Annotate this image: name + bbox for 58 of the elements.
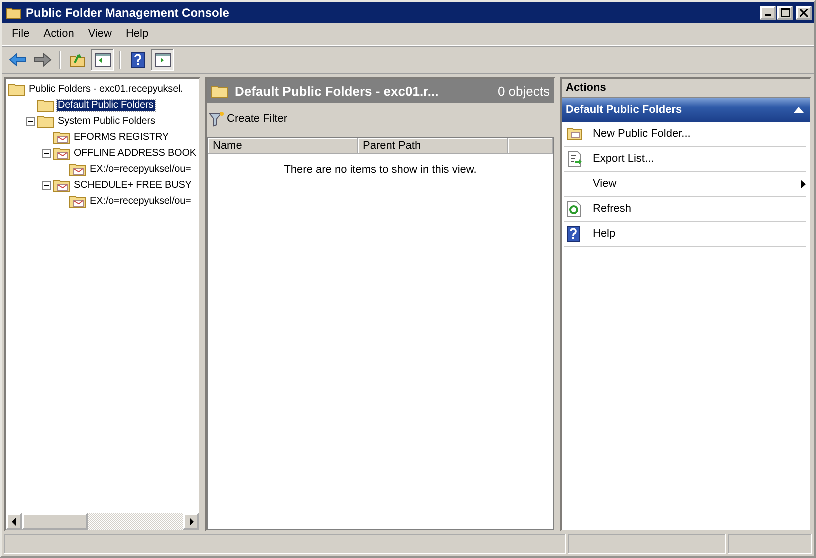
folder-icon xyxy=(211,84,229,98)
refresh-icon xyxy=(567,201,581,217)
tree-item[interactable]: EX:/o=recepyuksel/ou= xyxy=(89,196,192,206)
task-link[interactable]: Help xyxy=(564,222,806,247)
content-title: Default Public Folders - exc01.r... xyxy=(235,84,440,98)
object-count: 0 objects xyxy=(498,84,550,98)
empty-message: There are no items to show in this view. xyxy=(283,164,478,176)
close-button[interactable] xyxy=(796,6,812,20)
action-pane-button[interactable] xyxy=(151,49,174,71)
task-link[interactable]: Refresh xyxy=(564,197,806,222)
menu-item[interactable]: View xyxy=(82,28,118,40)
left-arrow-icon[interactable] xyxy=(12,518,16,526)
tree-item[interactable]: OFFLINE ADDRESS BOOK xyxy=(73,148,198,158)
mail-folder-icon xyxy=(53,146,71,160)
tree-item[interactable]: System Public Folders xyxy=(57,116,156,126)
menu-item[interactable]: Help xyxy=(120,28,155,40)
task-link[interactable]: New Public Folder... xyxy=(564,122,806,147)
minimize-button[interactable] xyxy=(760,6,776,20)
maximize-button[interactable] xyxy=(777,6,793,20)
actions-header: Actions xyxy=(562,79,810,98)
mail-folder-icon xyxy=(69,162,87,176)
tree-item[interactable]: EFORMS REGISTRY xyxy=(73,132,170,142)
mail-folder-icon xyxy=(567,127,583,141)
column-header[interactable]: Parent Path xyxy=(358,138,508,154)
close-icon xyxy=(800,8,808,16)
collapse-icon[interactable] xyxy=(794,107,804,113)
section-title: Default Public Folders xyxy=(566,104,682,116)
window-title: Public Folder Management Console xyxy=(26,6,230,20)
action-section-header[interactable]: Default Public Folders xyxy=(562,98,810,122)
collapse-toggle[interactable] xyxy=(42,148,51,158)
collapse-toggle[interactable] xyxy=(26,116,35,126)
folder-icon xyxy=(8,82,26,96)
create-filter-button[interactable]: Create Filter xyxy=(209,111,288,127)
maximize-icon xyxy=(780,8,790,17)
mail-folder-icon xyxy=(53,178,71,192)
task-link[interactable]: View xyxy=(564,172,806,197)
folder-icon xyxy=(37,98,55,112)
submenu-arrow-icon xyxy=(801,180,806,188)
tree-item[interactable]: SCHEDULE+ FREE BUSY xyxy=(73,180,193,190)
tree-item[interactable]: EX:/o=recepyuksel/ou= xyxy=(89,164,192,174)
tree-item[interactable]: Default Public Folders xyxy=(57,100,155,110)
menu-item[interactable]: Action xyxy=(38,28,80,40)
folder-icon xyxy=(37,114,55,128)
horizontal-scrollbar[interactable] xyxy=(6,513,199,530)
tree-item[interactable]: Public Folders - exc01.recepyuksel. xyxy=(28,84,184,94)
mail-folder-icon xyxy=(53,130,71,144)
export-icon xyxy=(567,151,583,167)
filter-icon xyxy=(209,111,225,127)
right-arrow-icon[interactable] xyxy=(188,518,194,526)
menu-item[interactable]: File xyxy=(6,28,36,40)
column-header[interactable]: Name xyxy=(208,138,358,154)
help-icon xyxy=(567,226,580,242)
folder-icon xyxy=(6,6,22,20)
tree-toggle-button[interactable] xyxy=(91,49,114,71)
minimize-icon xyxy=(765,14,771,16)
mail-folder-icon xyxy=(69,194,87,208)
collapse-toggle[interactable] xyxy=(42,180,51,190)
task-link[interactable]: Export List... xyxy=(564,147,806,172)
